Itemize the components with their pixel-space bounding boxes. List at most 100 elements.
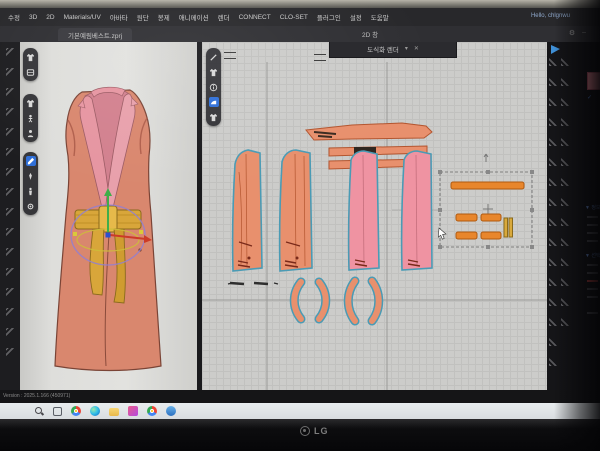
menu-item-3d[interactable]: 3D bbox=[29, 14, 37, 21]
edge-icon[interactable] bbox=[90, 406, 100, 416]
file-explorer-icon[interactable] bbox=[109, 408, 119, 416]
tool-icon[interactable] bbox=[6, 88, 15, 97]
tool-icon[interactable] bbox=[6, 328, 15, 337]
tool-icon[interactable] bbox=[561, 298, 569, 306]
viewport-3d[interactable] bbox=[20, 42, 197, 390]
tool-icon[interactable] bbox=[6, 188, 15, 197]
tool-icon[interactable] bbox=[6, 68, 15, 77]
menu-item-avatar[interactable]: 아바타 bbox=[110, 12, 128, 22]
viewport-2d[interactable]: 도식화 렌더 ▾ ✕ bbox=[202, 42, 547, 390]
tool-icon[interactable] bbox=[561, 118, 569, 126]
chrome-icon[interactable] bbox=[147, 406, 157, 416]
avatar-icon[interactable] bbox=[26, 128, 36, 138]
properties-section-selection[interactable]: ▼ 선택 선 bbox=[585, 252, 600, 259]
tool-icon[interactable] bbox=[6, 148, 15, 157]
tool-icon[interactable] bbox=[549, 238, 557, 246]
tool-icon[interactable] bbox=[6, 128, 15, 137]
tool-icon[interactable] bbox=[561, 158, 569, 166]
fabric-display-icon[interactable] bbox=[26, 67, 36, 77]
fabric-color-swatch[interactable] bbox=[587, 72, 600, 90]
pose-icon[interactable] bbox=[26, 113, 36, 123]
clo-app-icon[interactable] bbox=[166, 406, 176, 416]
tool-icon[interactable] bbox=[561, 278, 569, 286]
tool-icon[interactable] bbox=[549, 198, 557, 206]
tool-icon[interactable] bbox=[6, 248, 15, 257]
chrome-icon[interactable] bbox=[71, 406, 81, 416]
tool-icon[interactable] bbox=[549, 318, 557, 326]
tool-icon[interactable] bbox=[549, 78, 557, 86]
tool-icon[interactable] bbox=[549, 258, 557, 266]
shirt-icon[interactable] bbox=[209, 112, 219, 122]
tool-icon[interactable] bbox=[561, 218, 569, 226]
menu-item-render[interactable]: 렌더 bbox=[218, 12, 230, 22]
task-view-icon[interactable] bbox=[53, 407, 62, 416]
tool-icon[interactable] bbox=[561, 198, 569, 206]
render-settings-icon[interactable] bbox=[26, 201, 36, 211]
project-file-tab[interactable]: 기본예림베스트.zprj bbox=[58, 28, 132, 41]
property-row bbox=[587, 272, 598, 274]
tool-icon[interactable] bbox=[561, 318, 569, 326]
text-tool-icon[interactable] bbox=[549, 278, 557, 286]
tool-icon[interactable] bbox=[561, 98, 569, 106]
tool-icon[interactable] bbox=[549, 158, 557, 166]
tool-icon[interactable] bbox=[561, 78, 569, 86]
tool-icon[interactable] bbox=[6, 168, 15, 177]
tool-icon[interactable] bbox=[549, 118, 557, 126]
menu-item-materials-uv[interactable]: Materials/UV bbox=[64, 14, 101, 21]
properties-section-info[interactable]: ▼ 정보 bbox=[585, 204, 600, 211]
right-panel: ✓ ▼ 정보 ▼ 선택 선 bbox=[547, 42, 600, 390]
pin-icon[interactable] bbox=[26, 171, 36, 181]
menu-item-plugin[interactable]: 플러그인 bbox=[317, 12, 341, 22]
tool-icon[interactable] bbox=[6, 228, 15, 237]
search-icon[interactable] bbox=[34, 406, 44, 416]
tool-icon[interactable] bbox=[561, 138, 569, 146]
tool-icon[interactable] bbox=[6, 288, 15, 297]
avatar-display-icon[interactable] bbox=[26, 98, 36, 108]
menu-item-clo-set[interactable]: CLO-SET bbox=[280, 14, 308, 21]
tool-icon[interactable] bbox=[561, 58, 569, 66]
menu-item-animation[interactable]: 애니메이션 bbox=[179, 12, 209, 22]
menu-item-2d[interactable]: 2D bbox=[46, 14, 54, 21]
tool-icon[interactable] bbox=[6, 308, 15, 317]
minimize-icon[interactable]: – bbox=[582, 29, 586, 37]
check-icon: ✓ bbox=[587, 94, 592, 101]
menu-item-edit[interactable]: 수정 bbox=[8, 12, 20, 22]
texture-icon[interactable] bbox=[209, 97, 219, 107]
tool-icon[interactable] bbox=[549, 138, 557, 146]
tool-icon[interactable] bbox=[561, 258, 569, 266]
tool-icon[interactable] bbox=[6, 48, 15, 57]
tool-icon[interactable] bbox=[561, 178, 569, 186]
simulate-icon[interactable] bbox=[551, 45, 560, 54]
property-row-warning bbox=[587, 280, 598, 282]
tool-icon[interactable] bbox=[549, 298, 557, 306]
menu-item-connect[interactable]: CONNECT bbox=[239, 14, 271, 21]
chevron-down-icon[interactable]: ▾ bbox=[405, 45, 408, 52]
tool-icon[interactable] bbox=[6, 208, 15, 217]
tool-icon[interactable] bbox=[549, 218, 557, 226]
tool-icon[interactable] bbox=[549, 178, 557, 186]
menu-item-sewing[interactable]: 봉제 bbox=[158, 12, 170, 22]
tool-icon[interactable] bbox=[6, 108, 15, 117]
pen-icon[interactable] bbox=[209, 52, 219, 62]
menu-item-fabric[interactable]: 원단 bbox=[137, 12, 149, 22]
tool-icon[interactable] bbox=[549, 58, 557, 66]
garment-icon[interactable] bbox=[209, 67, 219, 77]
mannequin-icon[interactable] bbox=[26, 186, 36, 196]
garment-display-icon[interactable] bbox=[26, 52, 36, 62]
menu-item-help[interactable]: 도움말 bbox=[371, 12, 389, 22]
property-row bbox=[587, 232, 598, 234]
info-icon[interactable] bbox=[209, 82, 219, 92]
paint-icon[interactable] bbox=[26, 156, 36, 166]
tool-icon[interactable] bbox=[561, 238, 569, 246]
settings-gear-icon[interactable]: ⚙ bbox=[569, 29, 575, 37]
user-greeting[interactable]: Hello, chlgnwu bbox=[531, 13, 570, 19]
photos-app-icon[interactable] bbox=[128, 406, 138, 416]
menu-item-settings[interactable]: 설정 bbox=[350, 12, 362, 22]
tool-icon[interactable] bbox=[549, 358, 557, 366]
render-tab[interactable]: 도식화 렌더 ▾ ✕ bbox=[329, 42, 457, 58]
tool-icon[interactable] bbox=[6, 348, 15, 357]
tool-icon[interactable] bbox=[549, 98, 557, 106]
close-icon[interactable]: ✕ bbox=[414, 45, 419, 52]
tool-icon[interactable] bbox=[6, 268, 15, 277]
tool-icon[interactable] bbox=[549, 338, 557, 346]
